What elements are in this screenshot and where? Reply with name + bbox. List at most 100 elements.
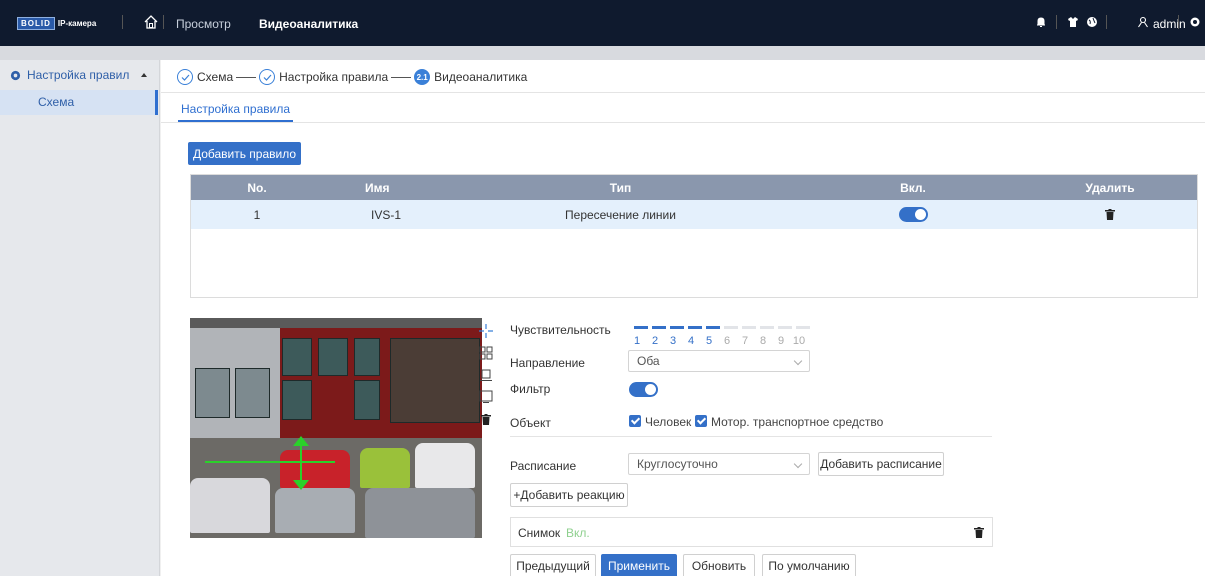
video-scene xyxy=(235,368,270,418)
add-reaction-button[interactable]: +Добавить реакцию xyxy=(510,483,628,507)
video-scene xyxy=(282,380,312,420)
video-scene xyxy=(282,338,312,376)
sidebar: Настройка правил Схема xyxy=(0,60,160,576)
col-type: Тип xyxy=(609,180,632,195)
logo-brand: BOLID xyxy=(17,16,55,30)
grid-icon[interactable] xyxy=(479,346,493,360)
user-icon[interactable] xyxy=(1137,16,1149,28)
refresh-button[interactable]: Обновить xyxy=(683,554,755,576)
apply-button[interactable]: Применить xyxy=(601,554,677,576)
divider xyxy=(163,15,164,29)
trash-icon[interactable] xyxy=(1105,209,1115,220)
row-name: IVS-1 xyxy=(371,207,402,222)
video-scene xyxy=(354,380,380,420)
crosshair-icon[interactable] xyxy=(479,324,493,338)
divider xyxy=(1106,15,1107,29)
check-icon xyxy=(259,69,276,85)
sensitivity-tick: 3 xyxy=(669,335,677,347)
trash-icon[interactable] xyxy=(481,414,491,425)
top-bar: BOLID IP-камера Просмотр Видеоаналитика … xyxy=(0,0,1205,46)
divider xyxy=(510,436,992,437)
sensitivity-segment xyxy=(706,326,720,329)
sensitivity-slider[interactable]: 1 2 3 4 5 6 7 8 9 10 xyxy=(634,326,814,348)
sensitivity-tick: 9 xyxy=(777,335,785,347)
sensitivity-tick: 10 xyxy=(792,335,806,347)
arrow-down-icon xyxy=(293,480,309,490)
rule-enable-toggle[interactable] xyxy=(898,207,928,222)
vehicle-label: Мотор. транспортное средство xyxy=(711,415,884,429)
sidebar-section-label: Настройка правил xyxy=(27,68,130,82)
filter-toggle[interactable] xyxy=(629,382,658,397)
col-no: No. xyxy=(247,180,267,195)
step-number: 2.1 xyxy=(414,69,431,85)
detection-line[interactable] xyxy=(205,461,335,463)
add-schedule-button[interactable]: Добавить расписание xyxy=(818,452,944,476)
video-scene xyxy=(190,318,482,328)
chevron-down-icon xyxy=(793,356,803,366)
divider xyxy=(1178,15,1179,29)
schedule-value: Круглосуточно xyxy=(637,457,718,471)
sensitivity-segment xyxy=(796,326,810,329)
rules-table: No. Имя Тип Вкл. Удалить 1 IVS-1 Пересеч… xyxy=(190,174,1198,298)
snapshot-reaction: Снимок Вкл. xyxy=(510,517,993,547)
step-scheme[interactable]: Схема xyxy=(197,70,233,84)
divider xyxy=(1056,15,1057,29)
step-rule-setup[interactable]: Настройка правила xyxy=(279,70,388,84)
default-button[interactable]: По умолчанию xyxy=(762,554,856,576)
chevron-up-icon xyxy=(141,73,147,77)
person-label: Человек xyxy=(645,415,692,429)
vehicle-checkbox[interactable] xyxy=(695,415,707,427)
bell-icon[interactable] xyxy=(1035,16,1047,28)
nav-videoanalytics[interactable]: Видеоаналитика xyxy=(259,17,358,31)
snapshot-label: Снимок xyxy=(518,526,561,540)
add-rule-button[interactable]: Добавить правило xyxy=(188,142,301,165)
schedule-select[interactable]: Круглосуточно xyxy=(628,453,810,475)
trash-icon[interactable] xyxy=(974,527,984,538)
globe-icon[interactable] xyxy=(1086,16,1098,28)
snapshot-state: Вкл. xyxy=(566,526,590,540)
row-no: 1 xyxy=(253,207,261,222)
sidebar-section-rules[interactable]: Настройка правил xyxy=(0,60,160,90)
sensitivity-tick: 4 xyxy=(687,335,695,347)
video-scene xyxy=(190,478,270,533)
home-icon[interactable] xyxy=(143,14,159,30)
steps-breadcrumb: Схема Настройка правила 2.1 Видеоаналити… xyxy=(177,68,527,86)
sensitivity-segment xyxy=(742,326,756,329)
direction-select[interactable]: Оба xyxy=(628,350,810,372)
sensitivity-segment xyxy=(688,326,702,329)
video-scene xyxy=(354,338,380,376)
previous-button[interactable]: Предыдущий xyxy=(510,554,596,576)
video-scene xyxy=(415,443,475,488)
table-row[interactable]: 1 IVS-1 Пересечение линии xyxy=(191,200,1197,229)
sub-bar xyxy=(0,46,1205,60)
check-icon xyxy=(177,69,193,85)
video-scene xyxy=(318,338,348,376)
shirt-icon[interactable] xyxy=(1067,16,1079,28)
settings-icon xyxy=(10,70,21,80)
user-name[interactable]: admin xyxy=(1153,17,1186,31)
sensitivity-tick: 2 xyxy=(651,335,659,347)
divider xyxy=(161,92,1205,93)
min-size-icon[interactable] xyxy=(479,368,493,382)
col-delete: Удалить xyxy=(1085,180,1135,195)
sensitivity-tick: 1 xyxy=(633,335,641,347)
tab-rule-setup[interactable]: Настройка правила xyxy=(178,100,294,122)
max-size-icon[interactable] xyxy=(479,390,493,404)
sensitivity-tick: 8 xyxy=(759,335,767,347)
person-checkbox[interactable] xyxy=(629,415,641,427)
sidebar-item-scheme[interactable]: Схема xyxy=(0,90,158,115)
step-videoanalytics[interactable]: Видеоаналитика xyxy=(434,70,527,84)
sensitivity-segment xyxy=(760,326,774,329)
arrow-up-icon xyxy=(293,436,309,446)
chevron-down-icon xyxy=(793,459,803,469)
video-scene xyxy=(390,338,480,423)
video-preview[interactable] xyxy=(190,318,482,538)
sensitivity-tick: 7 xyxy=(741,335,749,347)
divider xyxy=(161,122,1205,123)
logo: BOLID IP-камера xyxy=(17,16,96,30)
schedule-label: Расписание xyxy=(510,459,577,473)
gear-icon[interactable] xyxy=(1189,16,1201,28)
nav-view[interactable]: Просмотр xyxy=(176,17,231,31)
video-scene xyxy=(365,488,475,538)
step-connector xyxy=(236,76,257,78)
